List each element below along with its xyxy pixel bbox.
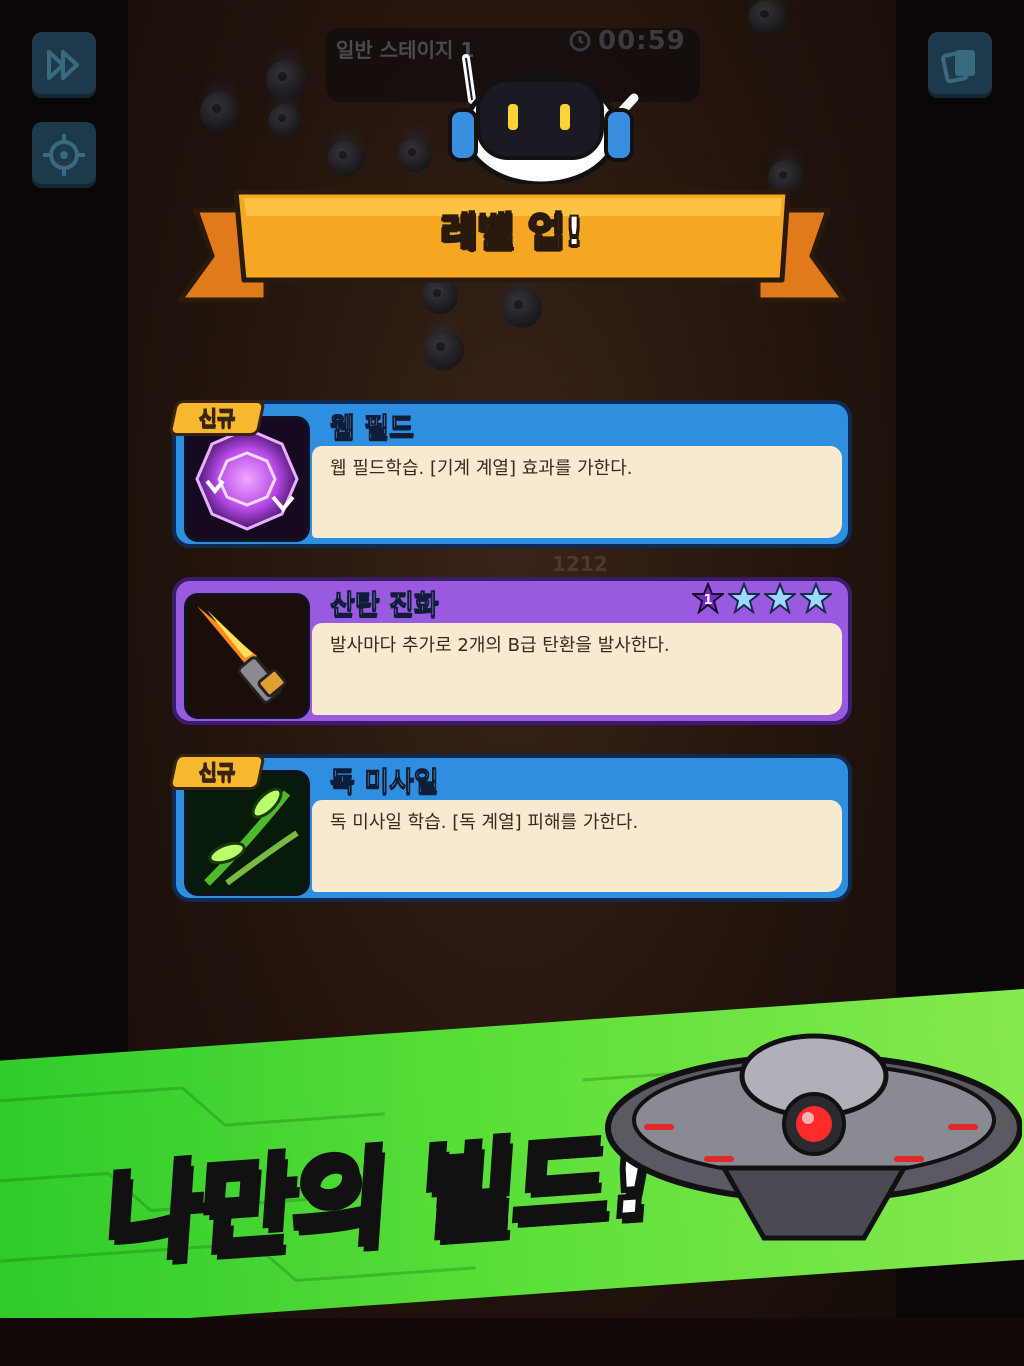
auto-aim-button[interactable]	[32, 122, 96, 188]
card-description: 독 미사일 학습. [독 계열] 피해를 가한다.	[330, 812, 639, 833]
star-icon	[800, 582, 832, 614]
card-title: 웹 필드	[330, 413, 415, 445]
meteor	[266, 60, 306, 100]
card-description: 웹 필드학습. [기계 계열] 효과를 가한다.	[330, 458, 633, 479]
card-title: 독 미사일	[330, 767, 440, 799]
meteor	[424, 330, 464, 370]
skill-level: 1	[703, 593, 712, 608]
star-icon	[764, 582, 796, 614]
cards-button[interactable]	[928, 32, 992, 98]
meteor	[398, 138, 432, 172]
ufo-spaceship-icon	[605, 1033, 1022, 1241]
card-description: 발사마다 추가로 2개의 B급 탄환을 발사한다.	[330, 635, 670, 656]
skill-card-web-field[interactable]: 웹 필드 웹 필드학습. [기계 계열] 효과를 가한다.	[172, 400, 852, 548]
meteor	[748, 0, 788, 34]
level-stars: 1	[692, 582, 832, 614]
meteor	[268, 104, 302, 138]
meteor	[200, 92, 240, 132]
robot-mascot-icon	[448, 54, 639, 184]
shotgun-icon	[184, 593, 310, 719]
new-badge: 신규	[168, 400, 266, 436]
meteor	[328, 140, 364, 176]
fast-forward-icon	[47, 50, 79, 80]
card-title: 산탄 진화	[330, 590, 440, 622]
fast-forward-button[interactable]	[32, 32, 96, 98]
cards-icon	[941, 50, 975, 84]
crosshair-icon	[43, 134, 85, 176]
new-badge: 신규	[168, 754, 266, 790]
skill-card-poison-missile[interactable]: 독 미사일 독 미사일 학습. [독 계열] 피해를 가한다.	[172, 754, 852, 902]
level-star-icon: 1	[692, 582, 724, 614]
bottom-bar	[0, 1318, 1024, 1366]
score-text: 1212	[552, 552, 608, 576]
level-up-title: 레벨 업!	[440, 208, 585, 256]
star-icon	[728, 582, 760, 614]
